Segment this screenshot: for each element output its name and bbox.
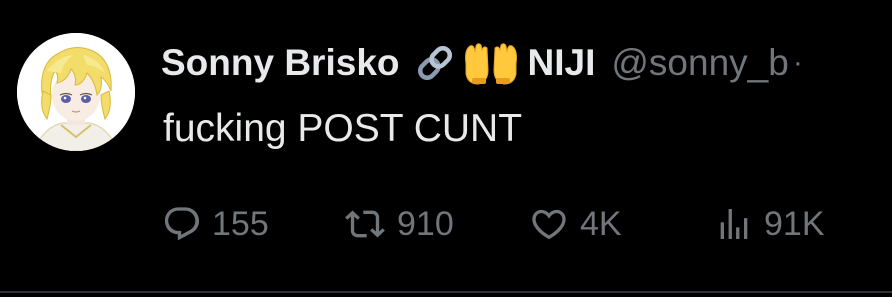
header-separator: · bbox=[792, 46, 803, 79]
retweet-button[interactable]: 910 bbox=[343, 198, 454, 250]
retweet-icon bbox=[343, 204, 387, 244]
tweet[interactable]: Sonny Brisko NIJI @sonny_b · fucking POS… bbox=[0, 0, 892, 297]
reply-icon bbox=[162, 204, 202, 244]
tweet-header: Sonny Brisko NIJI @sonny_b · bbox=[161, 38, 892, 88]
like-count: 4K bbox=[580, 205, 622, 243]
raising-hands-emoji-icon bbox=[462, 40, 520, 86]
avatar[interactable] bbox=[17, 33, 135, 151]
avatar-image bbox=[17, 33, 135, 151]
link-emoji-icon bbox=[414, 42, 456, 84]
tweet-text: fucking POST CUNT bbox=[163, 107, 523, 150]
retweet-count: 910 bbox=[397, 205, 454, 243]
tweet-actions: 155 910 4K 91K bbox=[0, 198, 892, 250]
author-handle[interactable]: @sonny_b bbox=[611, 38, 788, 88]
like-button[interactable]: 4K bbox=[528, 198, 622, 250]
heart-icon bbox=[528, 204, 570, 244]
author-display-name[interactable]: Sonny Brisko bbox=[161, 38, 400, 88]
reply-button[interactable]: 155 bbox=[162, 198, 269, 250]
author-name-suffix: NIJI bbox=[527, 42, 596, 83]
tweet-divider bbox=[0, 291, 892, 293]
views-button[interactable]: 91K bbox=[714, 198, 825, 250]
views-count: 91K bbox=[764, 205, 825, 243]
views-bar-chart-icon bbox=[714, 204, 754, 244]
reply-count: 155 bbox=[212, 205, 269, 243]
